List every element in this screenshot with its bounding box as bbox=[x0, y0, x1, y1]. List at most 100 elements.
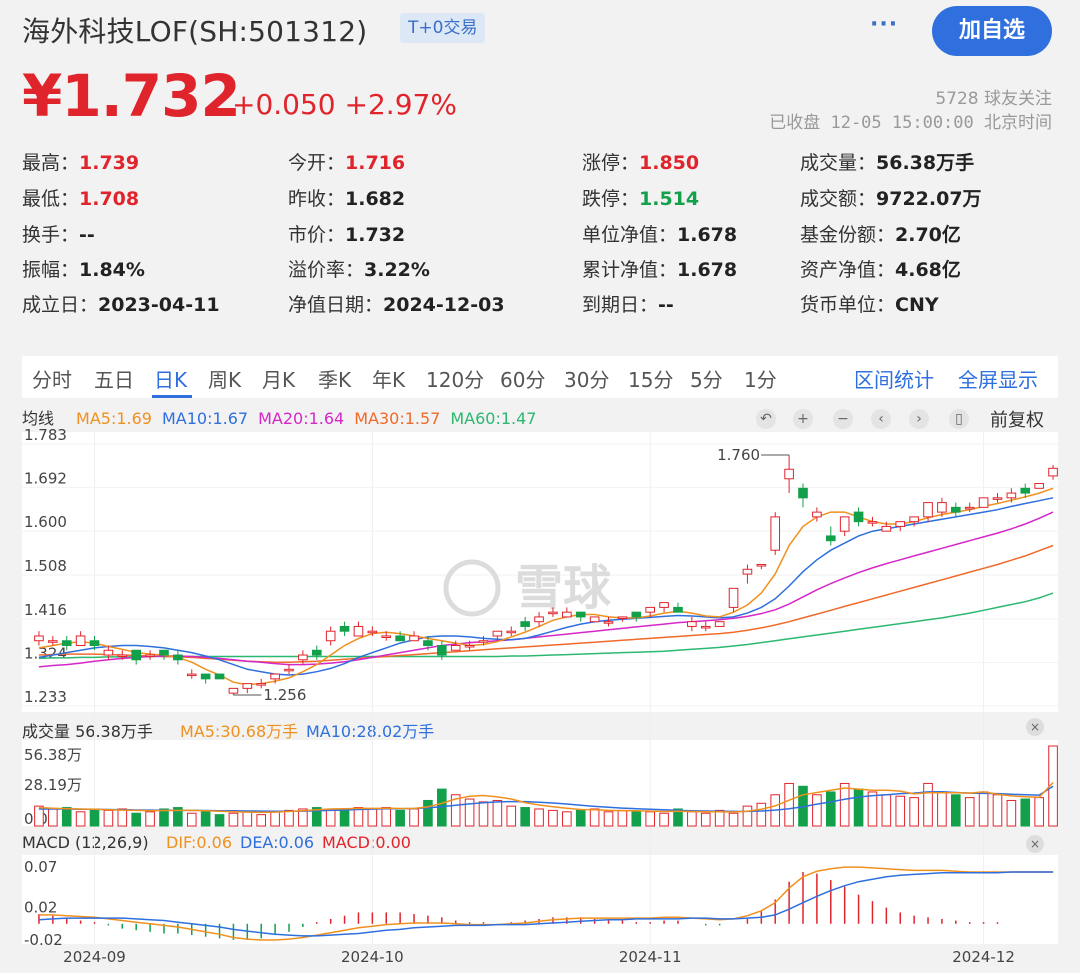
candle-body bbox=[742, 568, 753, 575]
volume-bar bbox=[631, 811, 642, 827]
volume-bar bbox=[75, 811, 86, 827]
price-tick-label: 1.783 bbox=[24, 426, 67, 444]
high-annotation: 1.760 bbox=[717, 446, 760, 464]
candle-body bbox=[562, 611, 572, 618]
candle-body bbox=[617, 616, 628, 619]
volume-bar bbox=[645, 811, 655, 827]
candle-body bbox=[423, 640, 433, 647]
volume-bar bbox=[978, 791, 989, 827]
volume-bar bbox=[728, 812, 739, 827]
candle-body bbox=[784, 468, 794, 480]
volume-bar bbox=[395, 809, 405, 827]
volume-bar bbox=[520, 807, 530, 827]
volume-bar bbox=[784, 782, 794, 827]
candle-body bbox=[937, 502, 947, 513]
volume-bar bbox=[992, 794, 1003, 827]
price-tick-label: 1.600 bbox=[24, 513, 67, 531]
candle-body bbox=[825, 535, 836, 542]
date-tick-label: 2024-12 bbox=[952, 948, 1015, 966]
candle-body bbox=[520, 621, 530, 627]
candle-body bbox=[200, 673, 211, 680]
candle-body bbox=[673, 606, 683, 613]
volume-bar bbox=[937, 791, 947, 827]
candle-body bbox=[909, 516, 919, 523]
candle-body bbox=[214, 673, 225, 680]
volume-bar bbox=[575, 809, 586, 827]
candle-body bbox=[242, 683, 253, 689]
candle-body bbox=[48, 640, 58, 643]
candle-body bbox=[103, 649, 114, 656]
volume-bar bbox=[909, 797, 919, 827]
volume-bar bbox=[214, 814, 225, 827]
volume-bar bbox=[159, 808, 169, 827]
volume-bar bbox=[117, 808, 128, 827]
volume-bar bbox=[381, 807, 392, 827]
candle-body bbox=[270, 673, 280, 680]
volume-bar bbox=[506, 805, 517, 827]
candle-body bbox=[770, 516, 781, 551]
candle-body bbox=[395, 635, 405, 642]
volume-bar bbox=[964, 797, 975, 827]
candle-body bbox=[1020, 487, 1031, 494]
candle-body bbox=[895, 521, 906, 527]
candle-body bbox=[381, 635, 392, 638]
volume-bar bbox=[89, 808, 100, 827]
volume-bar bbox=[367, 808, 378, 827]
volume-bar bbox=[339, 808, 350, 827]
macd-tick-label: -0.02 bbox=[24, 931, 63, 949]
candle-body bbox=[131, 649, 141, 661]
volume-bar bbox=[951, 794, 961, 827]
candle-body bbox=[992, 497, 1003, 500]
volume-bar bbox=[492, 799, 503, 827]
candle-body bbox=[464, 645, 475, 648]
kline-chart[interactable]: 1.7831.6921.6001.5081.4161.3241.233雪球1.7… bbox=[0, 0, 1080, 973]
candle-body bbox=[339, 625, 350, 632]
candle-body bbox=[75, 635, 86, 647]
volume-bar bbox=[200, 811, 211, 827]
volume-bar bbox=[478, 801, 489, 827]
candle-body bbox=[631, 611, 642, 618]
candle-body bbox=[409, 635, 419, 642]
volume-bar bbox=[853, 788, 864, 827]
volume-bar bbox=[256, 814, 267, 827]
candle-body bbox=[89, 640, 100, 647]
price-tick-label: 1.508 bbox=[24, 557, 67, 575]
volume-bar bbox=[714, 809, 725, 827]
candle-body bbox=[645, 606, 655, 613]
volume-bar bbox=[562, 811, 572, 827]
volume-bar bbox=[825, 791, 836, 827]
low-annotation: 1.256 bbox=[263, 686, 306, 704]
candle-body bbox=[173, 654, 183, 661]
candle-body bbox=[798, 487, 808, 499]
volume-bar bbox=[548, 809, 558, 827]
date-tick-label: 2024-11 bbox=[619, 948, 682, 966]
candle-body bbox=[478, 640, 489, 643]
volume-bar bbox=[284, 809, 294, 827]
candle-body bbox=[1006, 492, 1017, 499]
candle-body bbox=[311, 649, 322, 656]
volume-bar bbox=[742, 805, 753, 827]
volume-tick-label: 56.38万 bbox=[24, 746, 82, 764]
price-tick-label: 1.416 bbox=[24, 601, 67, 619]
candle-body bbox=[256, 683, 267, 686]
candle-body bbox=[589, 616, 600, 623]
volume-bar bbox=[325, 808, 336, 827]
candle-body bbox=[159, 649, 169, 656]
candle-body bbox=[575, 611, 586, 618]
candle-body bbox=[450, 645, 461, 651]
date-tick-label: 2024-09 bbox=[63, 948, 126, 966]
volume-bar bbox=[867, 791, 878, 827]
candle-body bbox=[228, 687, 239, 694]
candle-body bbox=[923, 502, 933, 518]
candle-body bbox=[437, 645, 447, 656]
volume-bar bbox=[131, 812, 141, 827]
candle-body bbox=[603, 621, 614, 624]
candle-body bbox=[867, 521, 878, 524]
volume-bar bbox=[603, 811, 614, 827]
volume-bar bbox=[881, 794, 892, 827]
candle-body bbox=[367, 630, 378, 634]
candle-body bbox=[61, 640, 72, 647]
volume-tick-label: 28.19万 bbox=[24, 776, 82, 794]
volume-bar bbox=[534, 808, 544, 827]
candle-body bbox=[325, 630, 336, 642]
